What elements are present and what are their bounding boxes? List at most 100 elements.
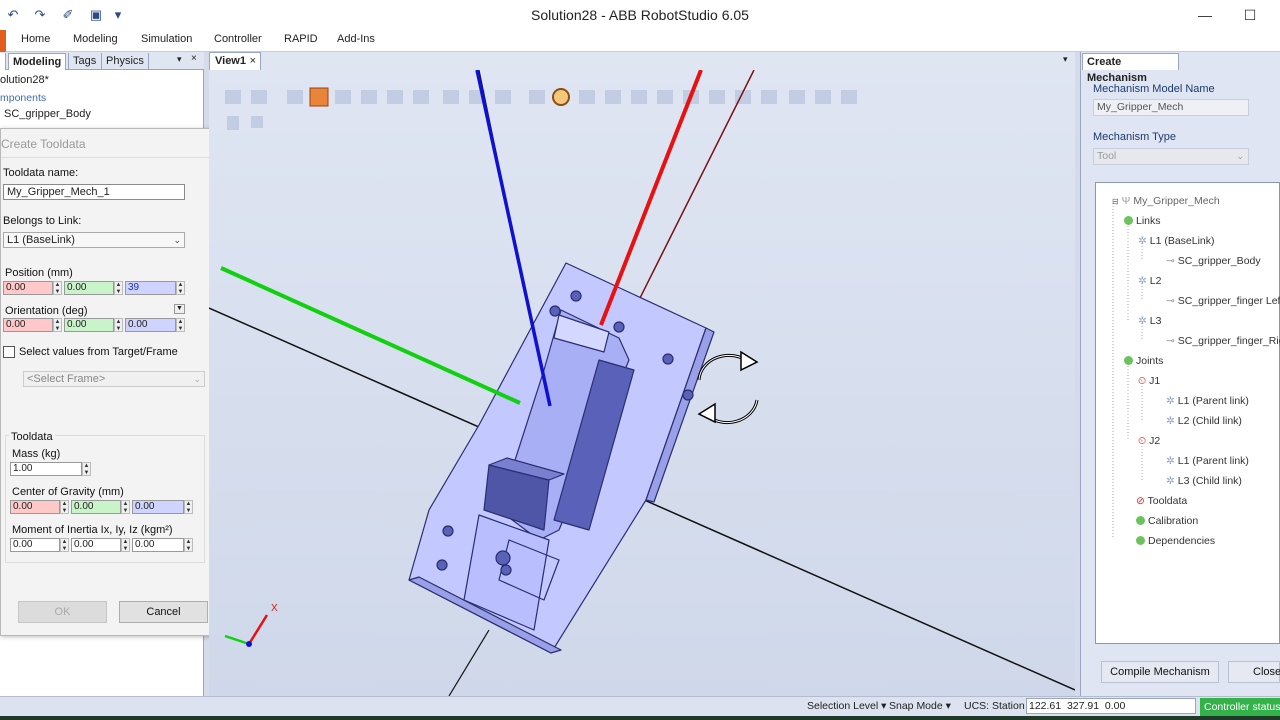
selection-icon — [361, 90, 377, 104]
tab-add-ins[interactable]: Add-Ins — [337, 33, 375, 45]
orientation-x-input[interactable]: 0.00 — [3, 318, 53, 332]
component-item[interactable]: SC_gripper_Body — [4, 108, 91, 120]
inertia-y-input[interactable]: 0.00 — [71, 538, 121, 552]
chevron-down-icon: ⌄ — [1236, 151, 1244, 161]
tab-controller[interactable]: Controller — [214, 33, 262, 45]
orientation-z-input[interactable]: 0.00 — [125, 318, 176, 332]
coordinates-field: 122.61 327.91 0.00 — [1026, 698, 1196, 714]
position-y-spinner[interactable]: ▲ ▼ — [114, 281, 123, 295]
mass-label: Mass (kg) — [12, 448, 61, 460]
tab-create-mechanism[interactable]: Create Mechanism — [1082, 53, 1179, 84]
tab-modeling[interactable]: Modeling — [73, 33, 118, 45]
ok-status-icon — [1136, 536, 1145, 545]
components-node[interactable]: mponents — [0, 92, 46, 104]
orientation-x-spinner[interactable]: ▲ ▼ — [53, 318, 62, 332]
orientation-y-spinner[interactable]: ▲ ▼ — [114, 318, 123, 332]
inertia-z-input[interactable]: 0.00 — [132, 538, 184, 552]
tree-joint-j2-child[interactable]: ✲ L3 (Child link) — [1166, 475, 1242, 487]
ucs-indicator: UCS: Station — [964, 700, 1025, 712]
tooldata-name-input[interactable]: My_Gripper_Mech_1 — [3, 184, 185, 200]
tree-link-l2-part[interactable]: ⊸ SC_gripper_finger Left — [1166, 295, 1280, 307]
inertia-y-spinner[interactable]: ▲ ▼ — [121, 538, 130, 552]
measure-icon — [815, 90, 831, 104]
tab-simulation[interactable]: Simulation — [141, 33, 192, 45]
selection-level-dropdown[interactable]: Selection Level ▾ — [807, 700, 886, 712]
tree-joint-j2[interactable]: ⏲ J2 — [1138, 435, 1160, 448]
mass-input[interactable]: 1.00 — [10, 462, 82, 476]
minimize-button[interactable]: — — [1194, 4, 1216, 26]
cog-y-spinner[interactable]: ▲ ▼ — [121, 500, 130, 514]
close-icon[interactable]: × — [250, 53, 256, 70]
orientation-z-spinner[interactable]: ▲ ▼ — [176, 318, 185, 332]
tab-rapid[interactable]: RAPID — [284, 33, 318, 45]
tree-link-l2[interactable]: ✲ L2 — [1138, 275, 1161, 287]
snap-mode-dropdown[interactable]: Snap Mode ▾ — [889, 700, 951, 712]
tree-tooldata[interactable]: ⊘ Tooldata — [1136, 495, 1187, 507]
cog-x-input[interactable]: 0.00 — [10, 500, 60, 514]
inertia-label: Moment of Inertia Ix, Iy, Iz (kgm²) — [12, 524, 173, 536]
belongs-to-link-select[interactable]: L1 (BaseLink) ⌄ — [3, 232, 185, 248]
tab-home[interactable]: Home — [21, 33, 50, 45]
select-values-label: Select values from Target/Frame — [19, 346, 178, 358]
compile-mechanism-button[interactable]: Compile Mechanism — [1101, 661, 1219, 683]
3d-viewport[interactable]: X — [209, 70, 1075, 696]
select-frame-placeholder: <Select Frame> — [27, 373, 106, 385]
file-tab[interactable] — [0, 30, 6, 52]
cog-x-spinner[interactable]: ▲ ▼ — [60, 500, 69, 514]
tab-physics[interactable]: Physics — [101, 53, 149, 70]
tree-joints[interactable]: Joints — [1124, 355, 1163, 367]
belongs-to-link-value: L1 (BaseLink) — [7, 234, 75, 246]
snap-object-icon — [309, 87, 329, 107]
x-axis-line — [599, 70, 703, 326]
position-y-input[interactable]: 0.00 — [64, 281, 114, 295]
tree-joint-j1-child[interactable]: ✲ L2 (Child link) — [1166, 415, 1242, 427]
station-node[interactable]: olution28* — [0, 74, 49, 86]
tree-link-l3[interactable]: ✲ L3 — [1138, 315, 1161, 327]
tree-dependencies[interactable]: Dependencies — [1136, 535, 1215, 547]
ok-button[interactable]: OK — [18, 601, 107, 623]
tab-layout-stub[interactable] — [0, 53, 6, 70]
tree-joint-j2-parent[interactable]: ✲ L1 (Parent link) — [1166, 455, 1249, 467]
inertia-x-spinner[interactable]: ▲ ▼ — [60, 538, 69, 552]
tree-root[interactable]: ⊟ Ψ My_Gripper_Mech — [1112, 195, 1220, 207]
orientation-expand-icon[interactable]: ▼ — [174, 304, 185, 314]
tab-tags[interactable]: Tags — [68, 53, 100, 70]
select-values-checkbox[interactable] — [3, 346, 15, 358]
tree-link-l1-part[interactable]: ⊸ SC_gripper_Body — [1166, 255, 1261, 267]
panel-menu-icon[interactable]: ▾ — [177, 54, 182, 65]
tree-link-l1[interactable]: ✲ L1 (BaseLink) — [1138, 235, 1215, 247]
controller-status[interactable]: Controller status: 1/1 — [1200, 698, 1280, 716]
tab-modeling-browser[interactable]: Modeling — [8, 53, 67, 70]
close-button[interactable]: Close — [1228, 661, 1280, 683]
chevron-down-icon: ⌄ — [193, 374, 201, 384]
orientation-y-input[interactable]: 0.00 — [64, 318, 114, 332]
model-name-input[interactable]: My_Gripper_Mech — [1093, 99, 1249, 116]
cog-z-input[interactable]: 0.00 — [132, 500, 184, 514]
mechanism-type-select[interactable]: Tool ⌄ — [1093, 148, 1249, 165]
position-z-spinner[interactable]: ▲ ▼ — [176, 281, 185, 295]
selection-icon — [495, 90, 511, 104]
mass-spinner[interactable]: ▲ ▼ — [82, 462, 91, 476]
tree-calibration[interactable]: Calibration — [1136, 515, 1198, 527]
inertia-z-spinner[interactable]: ▲ ▼ — [184, 538, 193, 552]
position-x-input[interactable]: 0.00 — [3, 281, 53, 295]
measure-icon — [709, 90, 725, 104]
tree-links[interactable]: Links — [1124, 215, 1161, 227]
position-x-spinner[interactable]: ▲ ▼ — [53, 281, 62, 295]
tree-link-l3-part[interactable]: ⊸ SC_gripper_finger_Right — [1166, 335, 1280, 347]
tab-view1[interactable]: View1 × — [209, 52, 261, 70]
view-icon — [251, 90, 267, 104]
cog-z-spinner[interactable]: ▲ ▼ — [184, 500, 193, 514]
position-label: Position (mm) — [5, 267, 73, 279]
tree-joint-j1[interactable]: ⏲ J1 — [1138, 375, 1160, 388]
select-frame-dropdown[interactable]: <Select Frame> ⌄ — [23, 371, 205, 387]
panel-close-icon[interactable]: × — [191, 53, 197, 64]
cancel-button[interactable]: Cancel — [119, 601, 208, 623]
position-z-input[interactable]: 39 — [125, 281, 176, 295]
maximize-button[interactable]: ☐ — [1239, 4, 1261, 26]
view-menu-icon[interactable]: ▾ — [1063, 54, 1068, 65]
tree-joint-j1-parent[interactable]: ✲ L1 (Parent link) — [1166, 395, 1249, 407]
ucs-triad — [224, 614, 269, 647]
cog-y-input[interactable]: 0.00 — [71, 500, 121, 514]
inertia-x-input[interactable]: 0.00 — [10, 538, 60, 552]
